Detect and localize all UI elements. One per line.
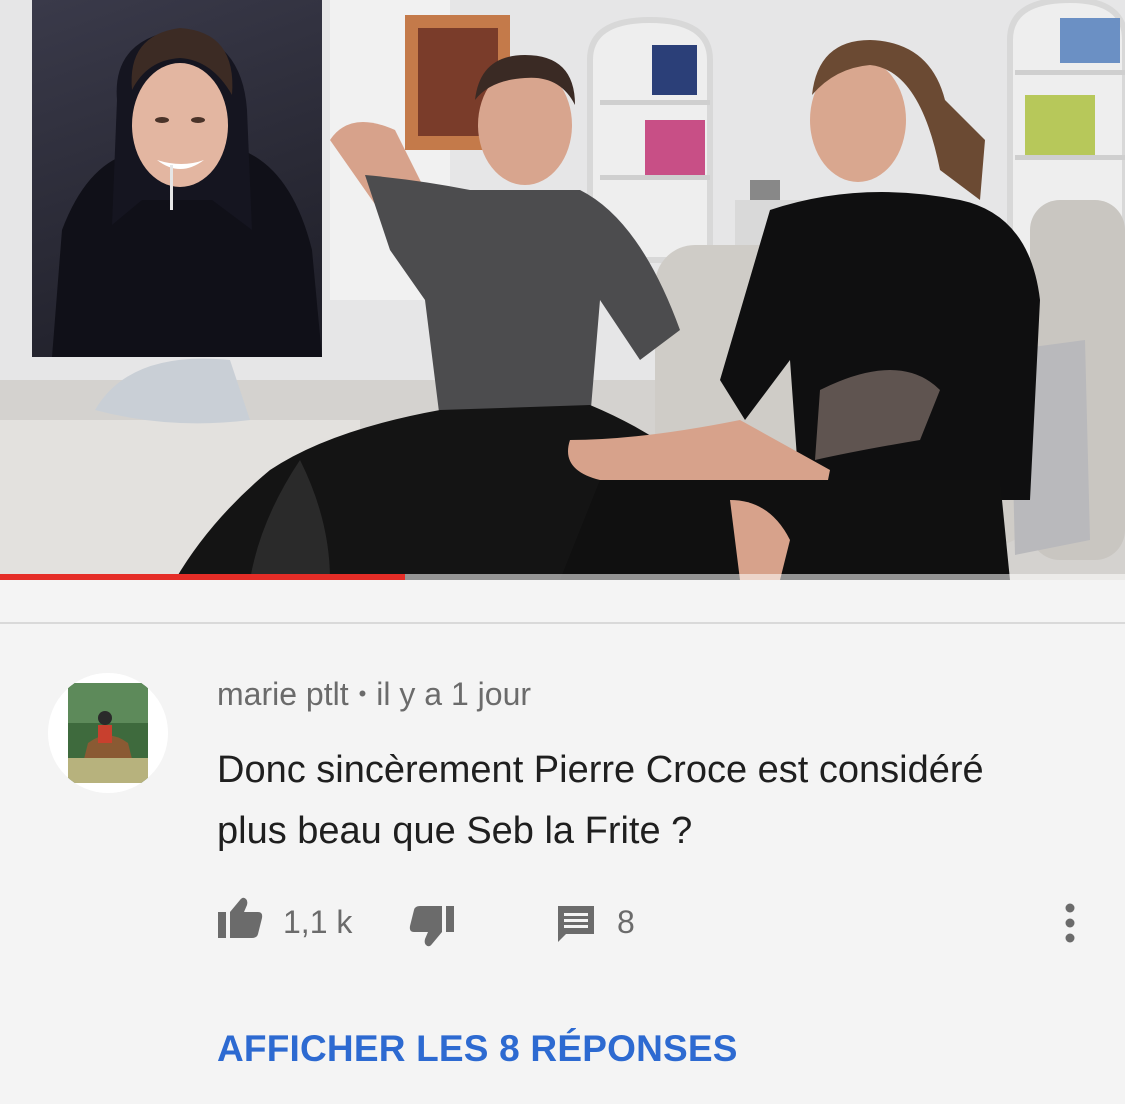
like-button[interactable]	[216, 896, 264, 945]
comment-text-line: plus beau que Seb la Frite ?	[217, 810, 693, 852]
thumb-down-icon	[408, 904, 456, 953]
comment-icon	[554, 902, 598, 951]
reply-count: 8	[617, 904, 635, 940]
comment-screen: marie ptlt • il y a 1 jour Donc sincèremen…	[0, 0, 1125, 1104]
more-vert-icon	[1060, 902, 1080, 951]
comment-timestamp: il y a 1 jour	[376, 676, 532, 712]
meta-separator: •	[358, 681, 367, 706]
more-options-button[interactable]	[1060, 902, 1080, 951]
video-progress-played	[0, 574, 405, 580]
video-progress-bar[interactable]	[0, 574, 1125, 580]
video-player[interactable]	[0, 0, 1125, 580]
show-replies-link[interactable]: AFFICHER LES 8 RÉPONSES	[217, 1028, 738, 1070]
dislike-button[interactable]	[408, 904, 456, 953]
comment-text: Donc sincèrement Pierre Croce est consid…	[217, 740, 1097, 862]
like-count: 1,1 k	[283, 904, 353, 940]
comment-text-line: Donc sincèrement Pierre Croce est consid…	[217, 749, 984, 791]
comment-actions: 1,1 k 8	[0, 890, 1125, 960]
section-divider	[0, 622, 1125, 624]
guest-photo-inset	[32, 0, 322, 357]
thumb-up-icon	[216, 896, 264, 945]
comment-meta: marie ptlt • il y a 1 jour	[217, 676, 531, 713]
reply-button[interactable]	[554, 902, 598, 951]
comment-author[interactable]: marie ptlt	[217, 676, 349, 712]
avatar[interactable]	[48, 673, 168, 793]
